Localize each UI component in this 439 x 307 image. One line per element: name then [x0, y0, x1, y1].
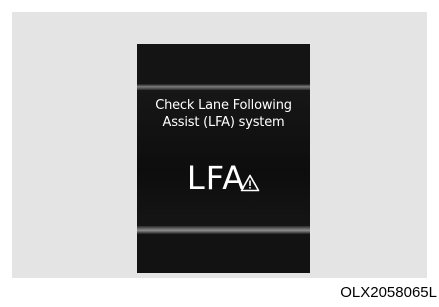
lfa-indicator: LFA	[137, 158, 310, 198]
lfa-indicator-label: LFA	[186, 159, 246, 197]
display-bottom-divider	[137, 226, 310, 234]
display-bottom-band	[137, 234, 310, 273]
instrument-cluster-display: Check Lane Following Assist (LFA) system…	[137, 44, 310, 273]
warning-message-line-1: Check Lane Following	[155, 98, 292, 113]
figure-code-label: OLX2058065L	[340, 284, 437, 301]
warning-message-line-2: Assist (LFA) system	[162, 115, 285, 130]
warning-triangle-icon	[240, 174, 260, 192]
display-top-band	[137, 44, 310, 86]
warning-message: Check Lane Following Assist (LFA) system	[137, 97, 310, 131]
